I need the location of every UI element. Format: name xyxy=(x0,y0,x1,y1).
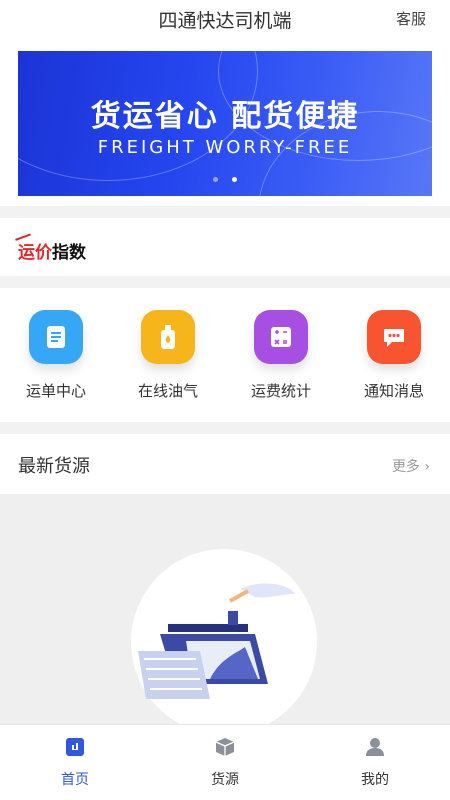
document-icon xyxy=(29,310,83,364)
tab-label: 货源 xyxy=(211,772,239,788)
promo-banner[interactable]: 货运省心 配货便捷 FREIGHT WORRY-FREE xyxy=(18,51,432,196)
customer-service-button[interactable]: 客服 xyxy=(396,8,426,29)
banner-section: 货运省心 配货便捷 FREIGHT WORRY-FREE xyxy=(0,40,450,206)
quick-action-label: 运费统计 xyxy=(250,382,311,400)
empty-state xyxy=(0,494,450,735)
quick-action-label: 通知消息 xyxy=(363,382,424,400)
latest-supply-header: 最新货源 更多 › xyxy=(0,434,450,494)
pagination-dot[interactable] xyxy=(213,177,218,182)
message-icon xyxy=(367,310,421,364)
pagination-dot-active[interactable] xyxy=(232,177,237,182)
quick-action-waybill-center[interactable]: 运单中心 xyxy=(0,310,112,401)
banner-headline: 货运省心 配货便捷 xyxy=(90,99,360,134)
home-icon xyxy=(66,738,84,756)
more-link-label: 更多 xyxy=(391,459,420,475)
banner-pagination xyxy=(18,167,432,186)
quick-action-label: 在线油气 xyxy=(137,382,198,400)
freight-index-title-black: 指数 xyxy=(52,243,86,263)
quick-actions: 运单中心 在线油气 运费统计 通知消息 xyxy=(0,288,450,422)
oil-bottle-icon xyxy=(141,310,195,364)
latest-supply-title: 最新货源 xyxy=(18,456,90,477)
bottom-tab-bar: 首页 货源 我的 xyxy=(0,724,450,800)
freight-index-title-red: 运价 xyxy=(18,243,52,263)
quick-action-label: 运单中心 xyxy=(25,382,86,400)
tab-cargo[interactable]: 货源 xyxy=(165,737,285,789)
more-link[interactable]: 更多 › xyxy=(392,456,430,476)
tab-home[interactable]: 首页 xyxy=(15,737,135,789)
tab-profile[interactable]: 我的 xyxy=(315,737,435,789)
empty-folder-illustration xyxy=(138,583,295,699)
tab-label: 首页 xyxy=(61,772,89,788)
freight-index-title: 运价指数 xyxy=(18,238,86,263)
tab-label: 我的 xyxy=(361,772,389,788)
user-icon xyxy=(366,738,384,756)
banner-subline: FREIGHT WORRY-FREE xyxy=(97,137,353,158)
freight-index-section[interactable]: 运价指数 xyxy=(0,218,450,276)
cargo-box-icon xyxy=(215,738,235,756)
page-title: 四通快达司机端 xyxy=(158,10,292,32)
chevron-right-icon: › xyxy=(424,459,430,475)
calculator-icon xyxy=(254,310,308,364)
top-header: 四通快达司机端 客服 xyxy=(0,0,450,40)
quick-action-online-fuel[interactable]: 在线油气 xyxy=(112,310,224,401)
quick-action-freight-stats[interactable]: 运费统计 xyxy=(225,310,337,401)
quick-action-notifications[interactable]: 通知消息 xyxy=(338,310,450,401)
